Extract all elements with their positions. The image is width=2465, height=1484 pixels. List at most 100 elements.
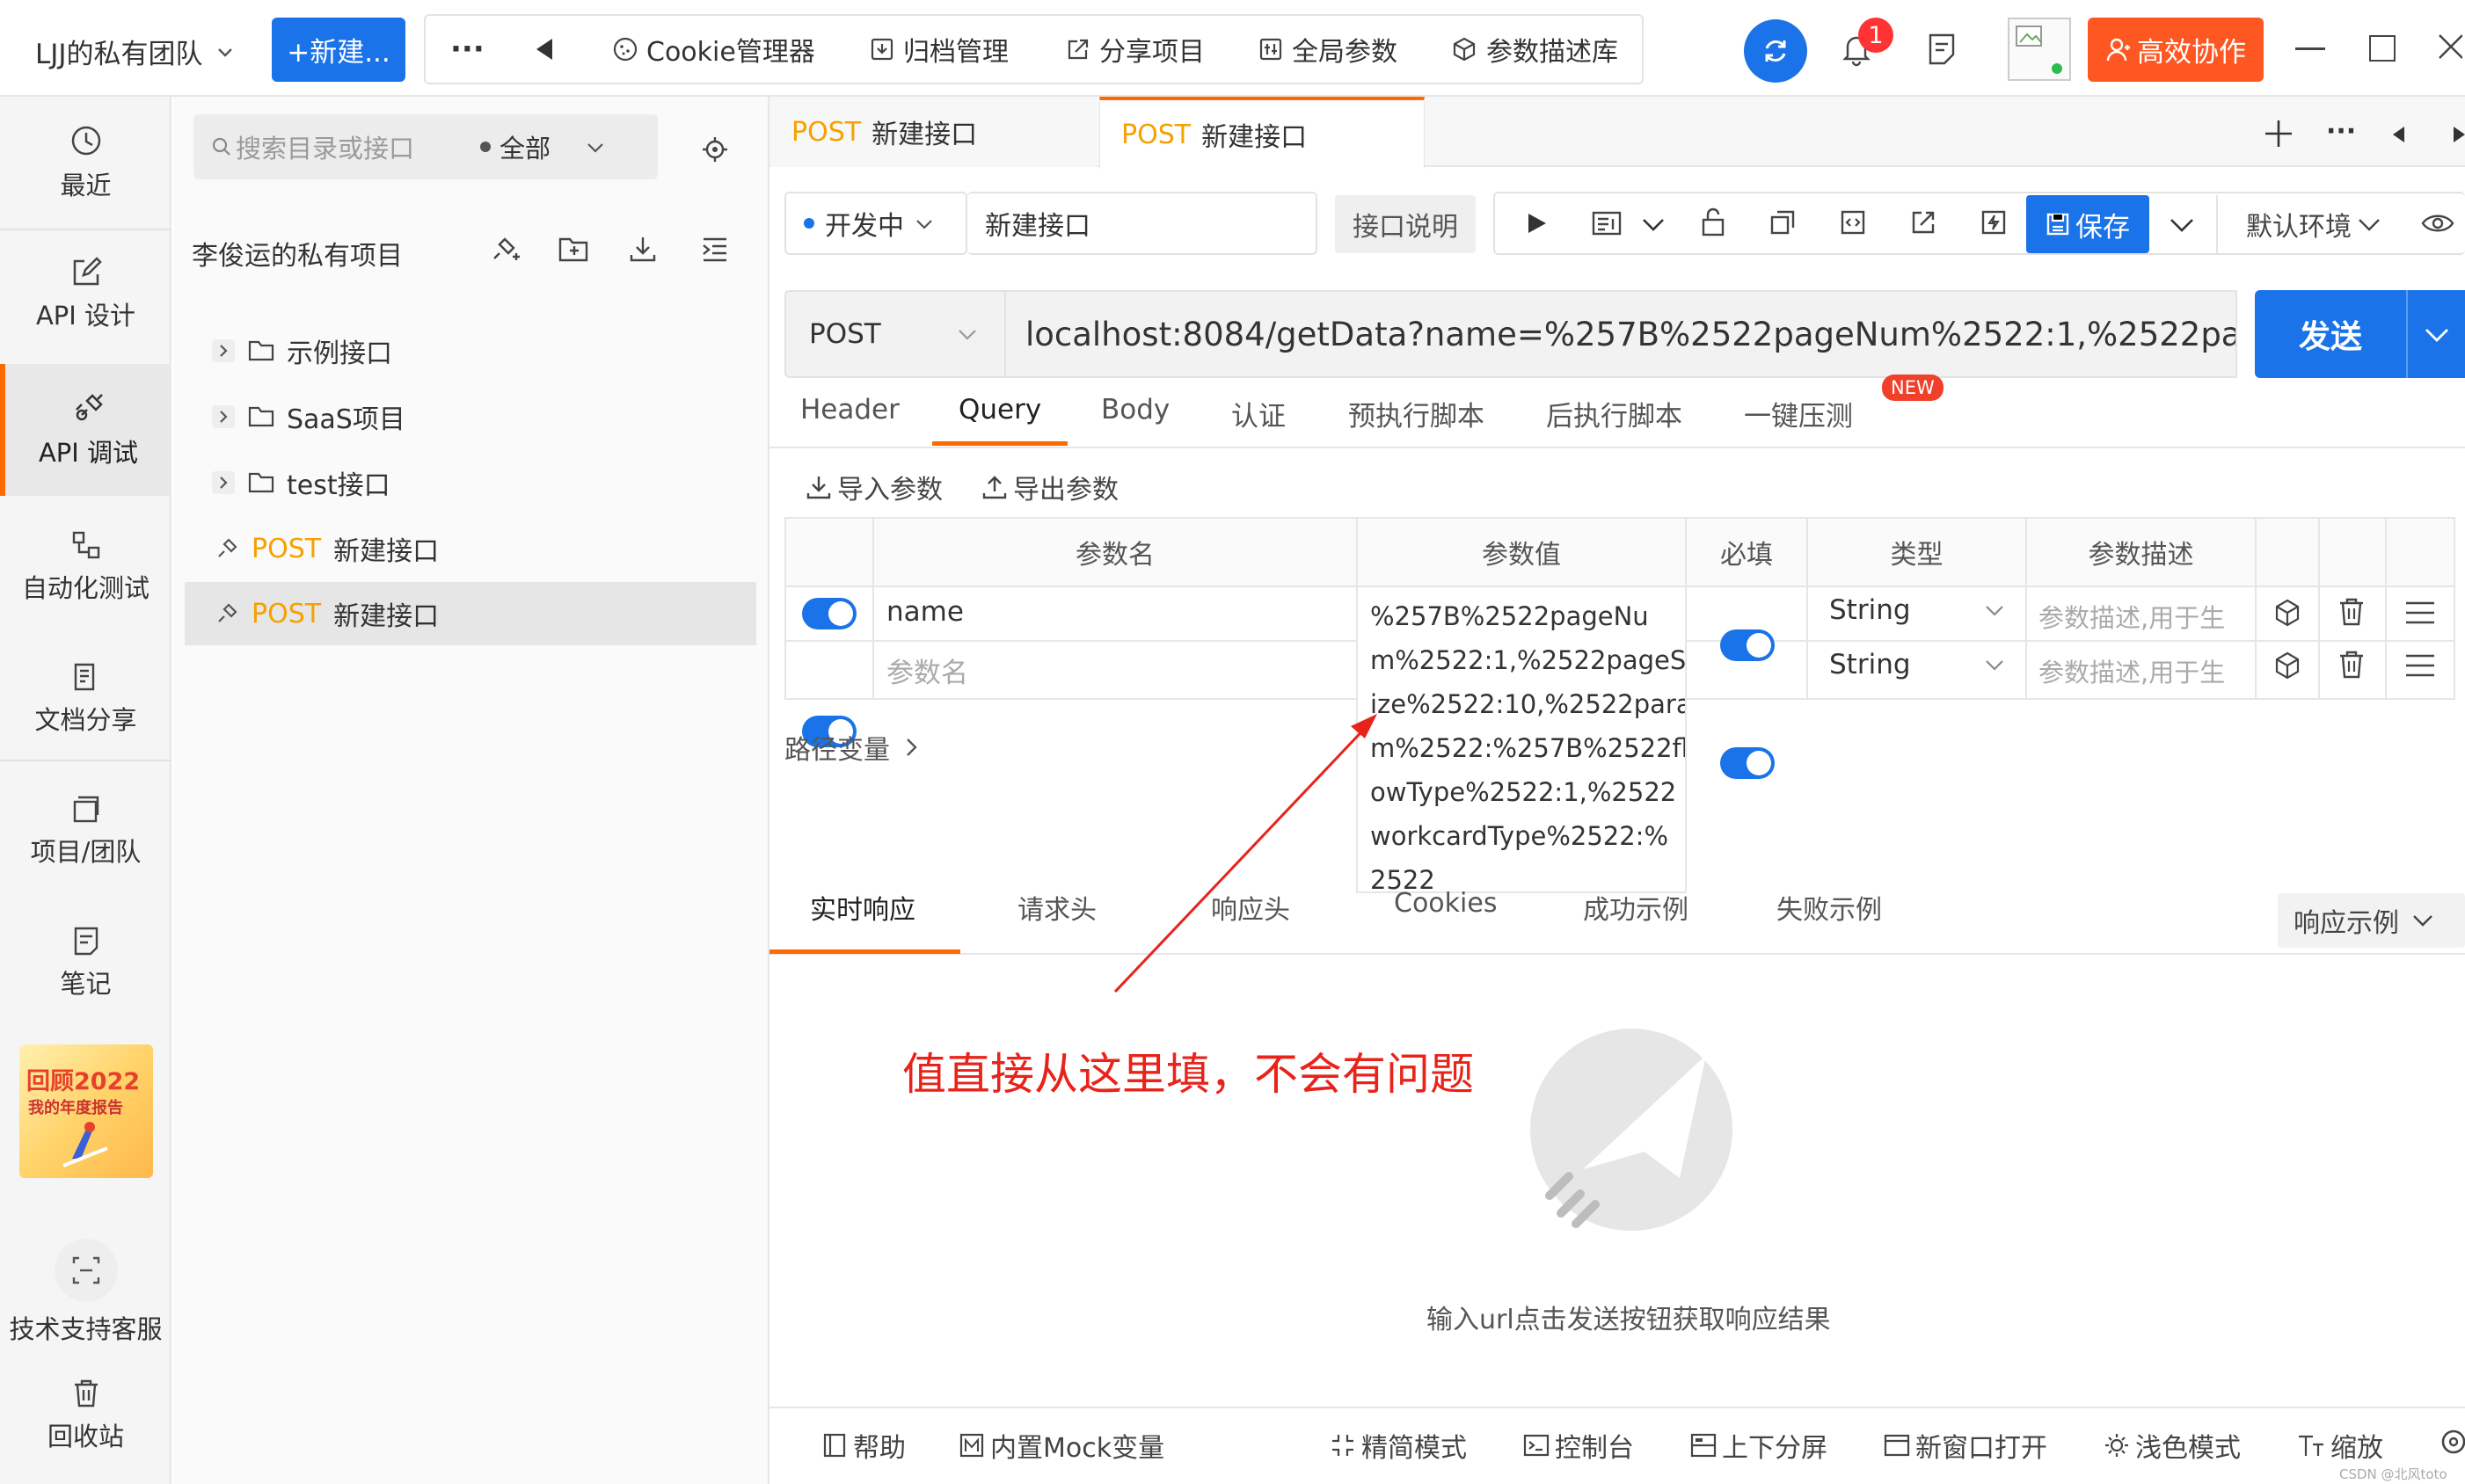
- subtab-load-test[interactable]: 一键压测: [1744, 394, 1853, 433]
- param-value-textarea[interactable]: %257B%2522pageNu m%2522:1,%2522pageS ize…: [1358, 587, 1685, 893]
- share-icon[interactable]: [1910, 209, 1936, 236]
- maximize-icon[interactable]: [2369, 35, 2396, 62]
- required-toggle[interactable]: [1720, 747, 1775, 779]
- cube-icon[interactable]: [2272, 651, 2302, 680]
- zoom-button[interactable]: 缩放: [2297, 1426, 2383, 1465]
- cube-icon[interactable]: [2272, 598, 2302, 628]
- method-select[interactable]: POST: [784, 290, 1006, 378]
- code-icon[interactable]: [1840, 209, 1866, 236]
- type-select[interactable]: String: [1829, 594, 2005, 626]
- tab-cookies[interactable]: Cookies: [1394, 888, 1497, 919]
- api-item-selected[interactable]: POST 新建接口: [215, 584, 439, 644]
- send-options-button[interactable]: [2406, 290, 2465, 378]
- new-window-button[interactable]: 新窗口打开: [1884, 1426, 2047, 1465]
- param-desc-lib-button[interactable]: 参数描述库: [1451, 16, 1618, 83]
- more-button[interactable]: ···: [450, 16, 485, 83]
- eye-icon[interactable]: [2420, 211, 2455, 236]
- nav-auto-test[interactable]: 自动化测试: [0, 510, 171, 624]
- subtab-auth[interactable]: 认证: [1231, 394, 1286, 433]
- minimize-icon[interactable]: [2295, 47, 2325, 50]
- param-desc-input[interactable]: 参数描述,用于生: [2038, 598, 2250, 635]
- request-tab-active[interactable]: POST 新建接口: [1099, 97, 1425, 169]
- new-folder-icon[interactable]: [558, 234, 589, 264]
- nav-project-team[interactable]: 项目/团队: [0, 774, 171, 888]
- sync-button[interactable]: [1744, 19, 1807, 83]
- unlock-icon[interactable]: [1701, 207, 1725, 237]
- new-button[interactable]: +新建...: [272, 18, 405, 82]
- subtab-post-script[interactable]: 后执行脚本: [1546, 394, 1682, 433]
- param-name-value[interactable]: name: [886, 596, 964, 628]
- param-name-input[interactable]: 参数名: [886, 651, 968, 690]
- console-button[interactable]: 控制台: [1523, 1426, 1634, 1465]
- cookie-manager-button[interactable]: Cookie管理器: [613, 16, 815, 83]
- row-enable-toggle[interactable]: [802, 598, 857, 629]
- tab-request-headers[interactable]: 请求头: [1017, 888, 1097, 927]
- import-params-button[interactable]: 导入参数: [806, 468, 943, 506]
- subtab-body[interactable]: Body: [1101, 394, 1170, 426]
- folder-item[interactable]: SaaS项目: [211, 387, 405, 447]
- export-params-button[interactable]: 导出参数: [981, 468, 1119, 506]
- trash-icon[interactable]: [2337, 649, 2366, 680]
- trash-icon[interactable]: [2337, 596, 2366, 628]
- collab-button[interactable]: 高效协作: [2088, 18, 2264, 82]
- nav-api-debug[interactable]: API 调试: [0, 364, 171, 496]
- play-icon[interactable]: [1525, 211, 1548, 236]
- subtab-header[interactable]: Header: [800, 394, 900, 426]
- response-example-select[interactable]: 响应示例: [2278, 893, 2465, 948]
- add-api-icon[interactable]: [489, 234, 521, 266]
- mock-vars-button[interactable]: 内置Mock变量: [959, 1426, 1164, 1465]
- add-tab-icon[interactable]: [2263, 118, 2294, 149]
- compact-mode-button[interactable]: 精简模式: [1330, 1426, 1467, 1465]
- tab-scroll-right-icon[interactable]: [2452, 125, 2465, 144]
- locate-icon[interactable]: [701, 135, 729, 164]
- chevron-down-icon[interactable]: [1641, 215, 1666, 234]
- required-toggle[interactable]: [1720, 629, 1775, 661]
- drag-handle-icon[interactable]: [2404, 600, 2436, 626]
- folder-item[interactable]: 示例接口: [211, 321, 392, 381]
- tab-scroll-left-icon[interactable]: [2390, 125, 2408, 144]
- status-select[interactable]: 开发中: [784, 192, 967, 255]
- annual-report-promo[interactable]: 回顾2022 我的年度报告: [19, 1044, 153, 1178]
- global-params-button[interactable]: 全局参数: [1258, 16, 1397, 83]
- close-icon[interactable]: [2436, 32, 2462, 62]
- split-view-button[interactable]: 上下分屏: [1690, 1426, 1827, 1465]
- copy-icon[interactable]: [1769, 209, 1796, 236]
- chevron-down-icon[interactable]: [2169, 215, 2195, 234]
- path-vars-toggle[interactable]: 路径变量: [784, 728, 920, 767]
- param-desc-input[interactable]: 参数描述,用于生: [2038, 652, 2250, 689]
- archive-button[interactable]: 归档管理: [870, 16, 1009, 83]
- drag-handle-icon[interactable]: [2404, 652, 2436, 679]
- help-button[interactable]: 帮助: [821, 1426, 906, 1465]
- tab-failure-example[interactable]: 失败示例: [1776, 888, 1882, 927]
- nav-recent[interactable]: 最近: [0, 114, 171, 211]
- save-button[interactable]: 保存: [2026, 195, 2149, 253]
- folder-item[interactable]: test接口: [211, 453, 390, 513]
- url-input[interactable]: localhost:8084/getData?name=%257B%2522pa…: [1006, 290, 2237, 378]
- subtab-pre-script[interactable]: 预执行脚本: [1348, 394, 1484, 433]
- tab-live-response[interactable]: 实时响应: [810, 888, 915, 927]
- nav-api-design[interactable]: API 设计: [0, 246, 171, 343]
- api-item[interactable]: POST 新建接口: [215, 519, 439, 578]
- request-tab[interactable]: POST 新建接口: [770, 97, 1098, 167]
- nav-trash[interactable]: 回收站: [0, 1363, 171, 1468]
- team-switcher[interactable]: LJJ的私有团队: [35, 32, 235, 71]
- avatar[interactable]: [2008, 18, 2071, 81]
- collapse-icon[interactable]: [700, 236, 730, 264]
- subtab-query[interactable]: Query: [959, 394, 1041, 426]
- nav-notes[interactable]: 笔记: [0, 906, 171, 1020]
- type-select[interactable]: String: [1829, 649, 2005, 680]
- notes-button[interactable]: [1926, 32, 1958, 67]
- tab-more-button[interactable]: ···: [2326, 116, 2356, 147]
- search-box[interactable]: 搜索目录或接口 全部: [193, 114, 658, 179]
- back-button[interactable]: [533, 16, 556, 83]
- import-icon[interactable]: [628, 234, 658, 264]
- share-project-button[interactable]: 分享项目: [1066, 16, 1205, 83]
- flash-icon[interactable]: [1980, 209, 2007, 236]
- api-name-input[interactable]: 新建接口: [967, 192, 1317, 255]
- nav-support[interactable]: 技术支持客服: [0, 1231, 171, 1354]
- light-mode-button[interactable]: 浅色模式: [2104, 1426, 2241, 1465]
- env-select[interactable]: 默认环境: [2246, 195, 2381, 253]
- nav-doc-share[interactable]: 文档分享: [0, 642, 171, 756]
- filter-select[interactable]: 全部: [500, 128, 551, 165]
- api-doc-button[interactable]: 接口说明: [1335, 195, 1476, 253]
